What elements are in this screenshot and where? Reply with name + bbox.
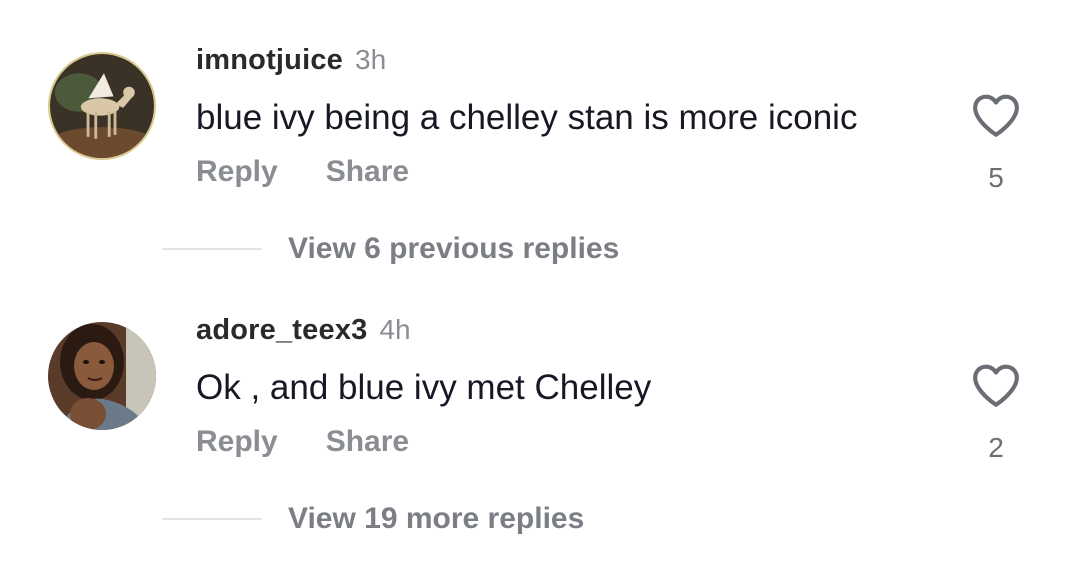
heart-outline-icon[interactable]: [971, 362, 1021, 408]
reply-button[interactable]: Reply: [196, 155, 278, 189]
view-previous-replies[interactable]: View 6 previous replies: [162, 232, 619, 266]
reply-button[interactable]: Reply: [196, 425, 278, 459]
comment-text: Ok , and blue ivy met Chelley: [196, 368, 652, 407]
like-count: 2: [988, 432, 1004, 463]
comment-actions: Reply Share: [196, 155, 409, 189]
like-count: 5: [988, 162, 1004, 193]
divider: [162, 248, 262, 250]
avatar[interactable]: [48, 322, 156, 430]
view-replies-label[interactable]: View 6 previous replies: [288, 232, 619, 266]
share-button[interactable]: Share: [326, 425, 409, 459]
comment-actions: Reply Share: [196, 425, 409, 459]
username[interactable]: adore_teex3: [196, 314, 367, 347]
view-replies-label[interactable]: View 19 more replies: [288, 502, 584, 536]
view-more-replies[interactable]: View 19 more replies: [162, 502, 584, 536]
comment-meta: adore_teex3 4h: [196, 314, 411, 346]
timestamp: 4h: [379, 314, 411, 345]
divider: [162, 518, 262, 520]
comment-item: adore_teex3 4h Ok , and blue ivy met Che…: [0, 0, 1066, 463]
avatar-image: [48, 322, 156, 430]
like-control: 2: [968, 362, 1024, 464]
share-button[interactable]: Share: [326, 155, 409, 189]
